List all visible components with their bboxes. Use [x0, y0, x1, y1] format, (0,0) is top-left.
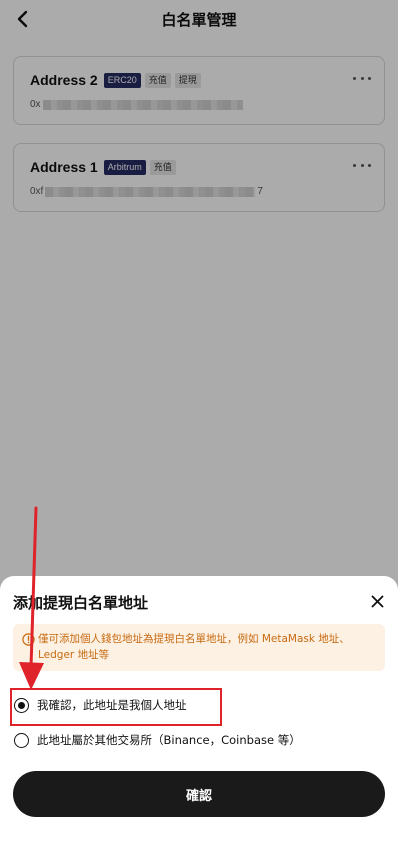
close-button[interactable]	[368, 592, 386, 610]
radio-unselected[interactable]	[14, 732, 29, 748]
bottom-sheet: 添加提現白名單地址 僅可添加個人錢包地址為提現白名單地址，例如 MetaMask…	[0, 576, 398, 841]
annotation-highlight-box	[10, 688, 222, 726]
option-exchange-address[interactable]: 此地址屬於其他交易所（Binance，Coinbase 等）	[14, 732, 301, 748]
close-icon[interactable]	[371, 595, 384, 608]
sheet-title: 添加提現白名單地址	[13, 594, 149, 612]
warning-icon	[22, 633, 35, 646]
option-label: 此地址屬於其他交易所（Binance，Coinbase 等）	[37, 733, 301, 747]
confirm-button[interactable]: 確認	[13, 771, 385, 817]
warning-banner: 僅可添加個人錢包地址為提現白名單地址，例如 MetaMask 地址、Ledger…	[13, 624, 385, 671]
warning-text: 僅可添加個人錢包地址為提現白名單地址，例如 MetaMask 地址、Ledger…	[38, 633, 350, 661]
